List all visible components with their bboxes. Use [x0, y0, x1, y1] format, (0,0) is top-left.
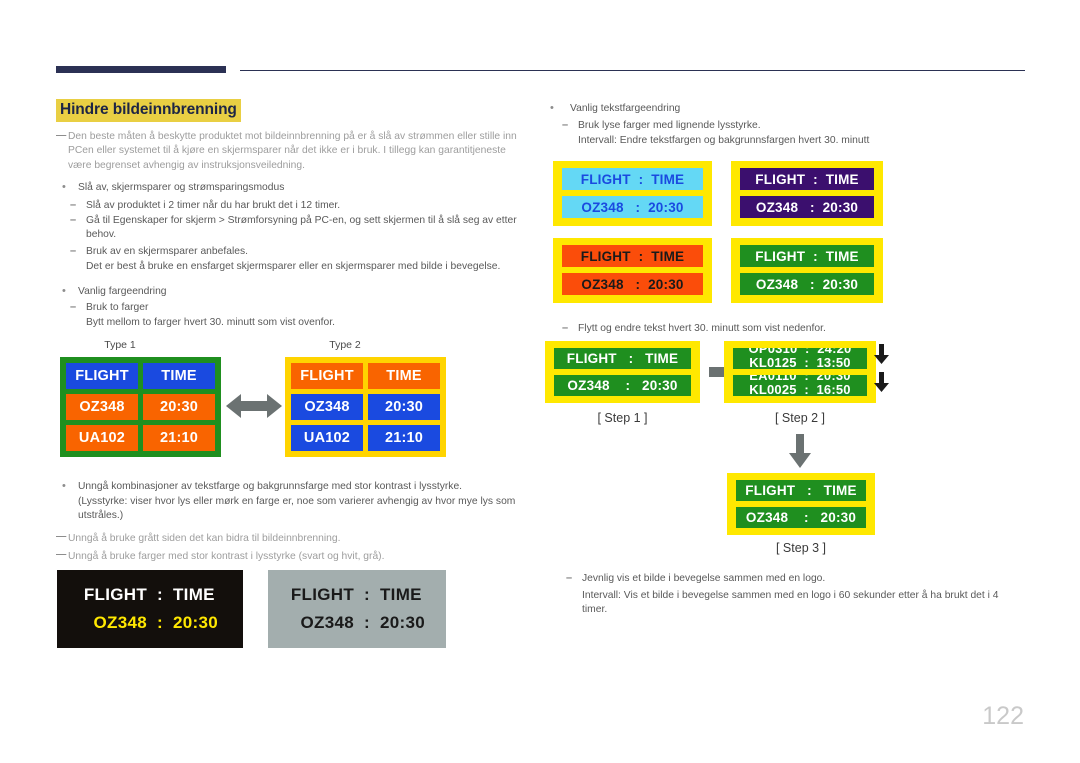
- step-1-line-1: FLIGHT : TIME: [554, 348, 691, 369]
- color-variant-panel-orange: FLIGHT : TIME OZ348 : 20:30: [553, 238, 712, 303]
- logo-note-1: Intervall: Vis et bilde i bevegelse samm…: [582, 590, 999, 601]
- flight-board-type-1: FLIGHT TIME OZ348 20:30 UA102 21:10: [60, 357, 221, 457]
- step-2-panel: OP0310 : 24:20 KL0125 : 13:50 EA0110 : 2…: [724, 341, 876, 403]
- board-cell-0-0: OZ348: [291, 394, 363, 420]
- contrast-panel-0-line-1: FLIGHT: TIME: [83, 585, 215, 604]
- step-3-panel: FLIGHT : TIME OZ348 : 20:30: [727, 473, 875, 535]
- logo-note: Jevnlig vis et bilde i bevegelse sammen …: [582, 573, 826, 584]
- step-2-label: [ Step 2 ]: [774, 411, 826, 425]
- step-2-strip-1: OP0310 : 24:20 KL0125 : 13:50: [733, 348, 867, 369]
- bullet-3-note-1: (Lysstyrke: viser hvor lys eller mørk en…: [78, 496, 516, 507]
- bullet-2-sub-1: Bruk to farger: [86, 302, 149, 313]
- gray-note-1: Unngå å bruke grått siden det kan bidra …: [68, 533, 341, 544]
- color-variant-panel-cyan: FLIGHT : TIME OZ348 : 20:30: [553, 161, 712, 226]
- bullet-1-sub-3-dash: –: [70, 245, 77, 257]
- board-cell-1-1: 21:10: [368, 425, 440, 451]
- bullet-2-sub-1-note: Bytt mellom to farger hvert 30. minutt s…: [86, 317, 335, 328]
- cyan-variant-line-2: OZ348 : 20:30: [562, 196, 703, 218]
- board-header-cell-0: FLIGHT: [66, 363, 138, 389]
- type-1-label: Type 1: [104, 339, 136, 351]
- gray-note-2: Unngå å bruke farger med stor kontrast i…: [68, 551, 385, 562]
- contrast-panel-1-line-1: FLIGHT: TIME: [290, 585, 422, 604]
- step-3-label: [ Step 3 ]: [775, 541, 827, 555]
- page-title: Hindre bildeinnbrenning: [56, 99, 241, 122]
- bullet-2-text: Vanlig fargeendring: [78, 286, 167, 297]
- board-header-cell-1: TIME: [368, 363, 440, 389]
- bullet-1-dot: •: [62, 181, 66, 193]
- bullet-1-sub-3-note: Det er best å bruke en ensfarget skjerms…: [86, 261, 501, 272]
- board-cell-1-0: UA102: [291, 425, 363, 451]
- right-bullet-1-sub-1-dash: –: [562, 119, 569, 131]
- logo-note-dash: –: [566, 572, 573, 584]
- board-cell-1-1: 21:10: [143, 425, 215, 451]
- intro-note: Den beste måten å beskytte produktet mot…: [68, 131, 517, 171]
- step-2-strip-2: EA0110 : 20:30 KL0025 : 16:50: [733, 375, 867, 396]
- cyan-variant-line-1: FLIGHT : TIME: [562, 168, 703, 190]
- bullet-3-dot: •: [62, 480, 66, 492]
- step-1-line-2: OZ348 : 20:30: [554, 375, 691, 396]
- down-arrow-icon-large: [789, 434, 811, 468]
- page-number: 122: [982, 702, 1024, 730]
- color-variant-panel-purple: FLIGHT : TIME OZ348 : 20:30: [731, 161, 883, 226]
- flight-board-type-2: FLIGHT TIME OZ348 20:30 UA102 21:10: [285, 357, 446, 457]
- orange-variant-line-1: FLIGHT : TIME: [562, 245, 703, 267]
- step-3-line-2: OZ348 : 20:30: [736, 507, 866, 528]
- board-cell-1-0: UA102: [66, 425, 138, 451]
- intro-dash-mark: —: [56, 130, 67, 141]
- left-right-arrow-icon: [226, 394, 282, 418]
- board-cell-0-1: 20:30: [368, 394, 440, 420]
- bullet-1-text: Slå av, skjermsparer og strømsparingsmod…: [78, 182, 285, 193]
- down-arrow-icon-small-1: [874, 344, 889, 364]
- down-arrow-icon-small-2: [874, 372, 889, 392]
- bullet-1-sub-2: Gå til Egenskaper for skjerm > Strømfors…: [86, 215, 517, 241]
- step-3-line-1: FLIGHT : TIME: [736, 480, 866, 501]
- bullet-3-note-2: utstråles.): [78, 510, 124, 521]
- header-rule-thick: [56, 66, 226, 73]
- purple-variant-line-1: FLIGHT : TIME: [740, 168, 874, 190]
- contrast-panel-1-line-2: OZ348:20:30: [300, 613, 425, 632]
- bullet-1-sub-2-dash: –: [70, 214, 77, 226]
- bullet-2-dot: •: [62, 285, 66, 297]
- board-cell-0-1: 20:30: [143, 394, 215, 420]
- board-header-cell-1: TIME: [143, 363, 215, 389]
- step-1-panel: FLIGHT : TIME OZ348 : 20:30: [545, 341, 700, 403]
- type-2-label: Type 2: [329, 339, 361, 351]
- step-1-label: [ Step 1 ]: [597, 411, 648, 425]
- contrast-panel-0-line-2: OZ348:20:30: [93, 613, 218, 632]
- bullet-2-sub-1-dash: –: [70, 301, 77, 313]
- purple-variant-line-2: OZ348 : 20:30: [740, 196, 874, 218]
- header-rule-thin: [240, 70, 1025, 71]
- move-note: Flytt og endre tekst hvert 30. minutt so…: [578, 323, 826, 334]
- orange-variant-line-2: OZ348 : 20:30: [562, 273, 703, 295]
- right-bullet-1-sub-1-note: Intervall: Endre tekstfargen og bakgrunn…: [578, 135, 870, 146]
- color-variant-panel-green: FLIGHT : TIME OZ348 : 20:30: [731, 238, 883, 303]
- board-cell-0-0: OZ348: [66, 394, 138, 420]
- bullet-1-sub-1: Slå av produktet i 2 timer når du har br…: [86, 200, 341, 211]
- step-2-strip-1-bottom: KL0125 : 13:50: [749, 355, 851, 369]
- right-bullet-1-dot: •: [550, 102, 554, 114]
- bullet-1-sub-3: Bruk av en skjermsparer anbefales.: [86, 246, 248, 257]
- gray-note-1-dash: —: [56, 531, 67, 542]
- green-variant-line-1: FLIGHT : TIME: [740, 245, 874, 267]
- step-2-strip-2-bottom: KL0025 : 16:50: [749, 382, 851, 396]
- gray-note-2-dash: —: [56, 549, 67, 560]
- bullet-3-text: Unngå kombinasjoner av tekstfarge og bak…: [78, 481, 463, 492]
- bullet-1-sub-1-dash: –: [70, 199, 77, 211]
- board-header-cell-0: FLIGHT: [291, 363, 363, 389]
- green-variant-line-2: OZ348 : 20:30: [740, 273, 874, 295]
- right-bullet-1-text: Vanlig tekstfargeendring: [570, 103, 681, 114]
- right-bullet-1-sub-1: Bruk lyse farger med lignende lysstyrke.: [578, 120, 761, 131]
- logo-note-2: timer.: [582, 604, 608, 615]
- contrast-panel-gray: FLIGHT: TIME OZ348:20:30: [268, 570, 446, 648]
- move-note-dash: –: [562, 322, 569, 334]
- contrast-panel-black: FLIGHT: TIME OZ348:20:30: [57, 570, 243, 648]
